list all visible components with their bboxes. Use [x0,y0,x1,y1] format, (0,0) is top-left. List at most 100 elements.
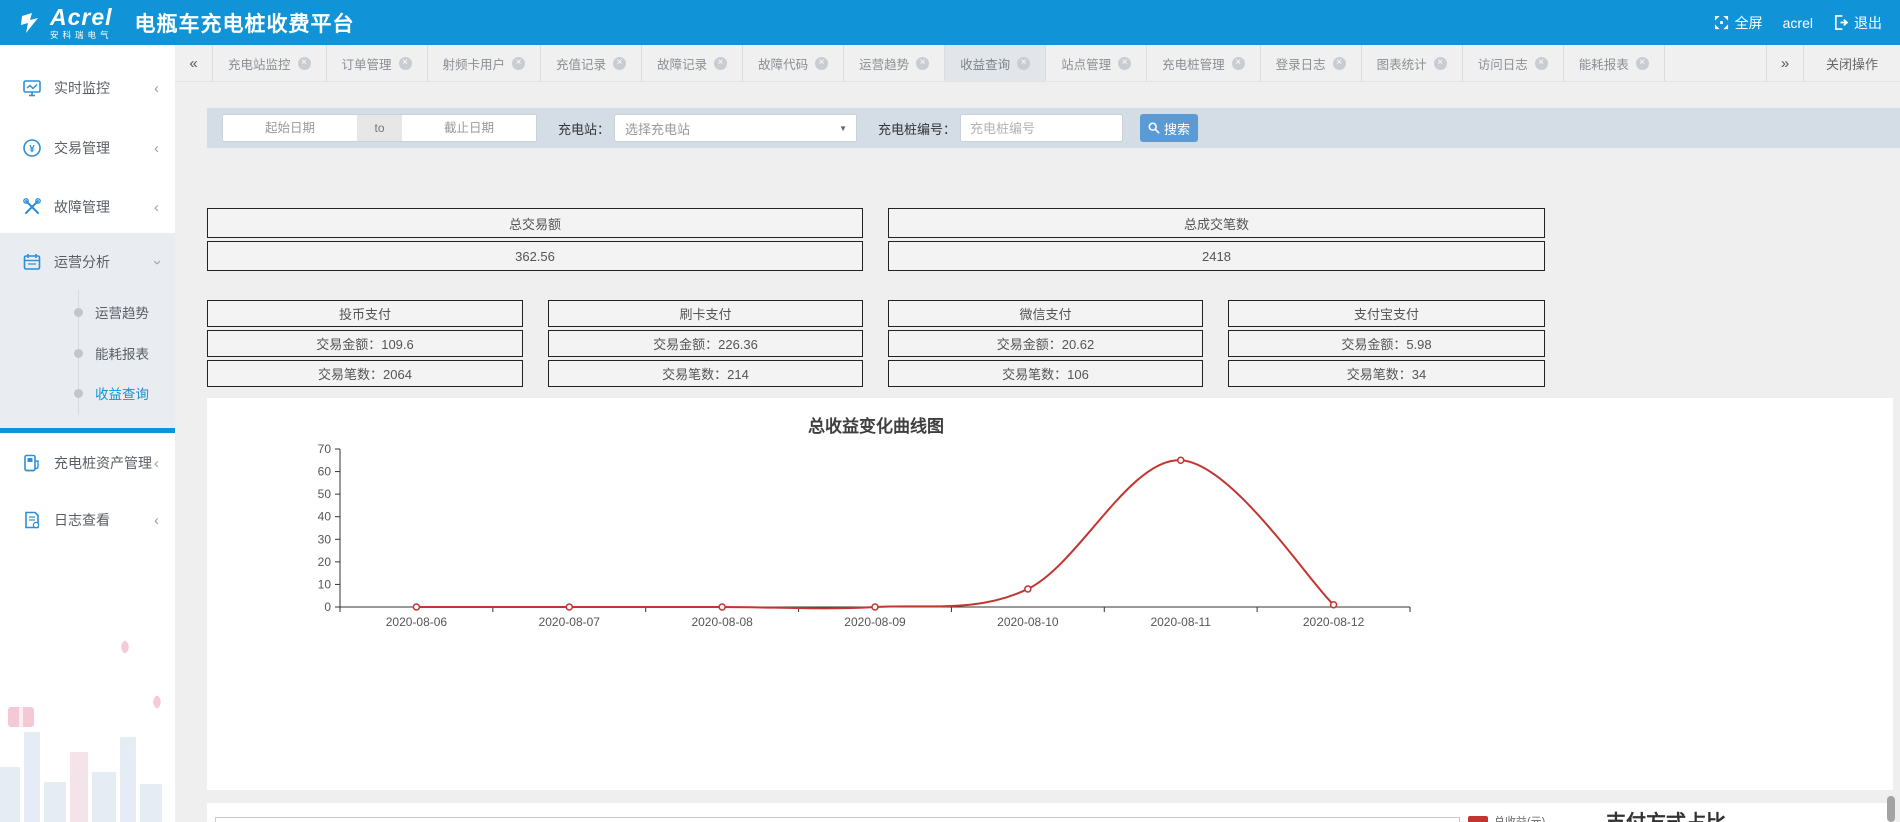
search-button-label: 搜索 [1164,119,1190,138]
scroll-tabs-right-button[interactable]: » [1766,45,1804,81]
fullscreen-label: 全屏 [1735,13,1763,33]
chevron-down-icon: ‹ [148,260,165,265]
tab-close-icon[interactable]: × [815,57,828,70]
svg-text:0: 0 [324,600,331,614]
tab-label: 充电桩管理 [1162,54,1225,73]
tab-close-icon[interactable]: × [714,57,727,70]
station-select[interactable]: 选择充电站 ▼ [614,114,857,142]
tab-close-icon[interactable]: × [1118,57,1131,70]
calendar-icon [22,252,42,272]
tab-close-icon[interactable]: × [1636,57,1649,70]
tab-label: 故障记录 [657,54,707,73]
svg-text:60: 60 [318,465,332,479]
tab-fault-records[interactable]: 故障记录 × [642,45,743,81]
tab-rfid-users[interactable]: 射频卡用户 × [428,45,542,81]
tab-charging-station-monitor[interactable]: 充电站监控 × [213,45,327,81]
chevron-left-icon: ‹ [154,80,159,97]
tab-label: 登录日志 [1276,54,1326,73]
tab-close-icon[interactable]: × [1232,57,1245,70]
legend-label: 总收益(元) [1494,813,1545,822]
svg-text:70: 70 [318,442,332,456]
sidebar-item-pile-asset-mgmt[interactable]: 充电桩资产管理 ‹ [0,443,175,483]
sidebar-item-label: 运营分析 [54,252,110,272]
tab-energy-report[interactable]: 能耗报表 × [1564,45,1665,81]
page-title: 电瓶车充电桩收费平台 [135,8,355,38]
app-window: Acrel 安科瑞电气 电瓶车充电桩收费平台 全屏 acrel 退出 [0,0,1900,822]
chart-title: 总收益变化曲线图 [207,398,1545,436]
sidebar-subitem-revenue-query[interactable]: 收益查询 [0,377,175,409]
vertical-scrollbar-thumb[interactable] [1887,796,1895,822]
payment-box-coin: 投币支付 交易金额：109.6 交易笔数：2064 [207,300,523,390]
svg-text:30: 30 [318,532,332,546]
end-date-input[interactable] [402,115,536,141]
scroll-tabs-left-button[interactable]: « [175,45,213,81]
tab-label: 运营趋势 [859,54,909,73]
sidebar-item-operation-analysis[interactable]: 运营分析 ‹ [0,242,175,282]
sidebar-item-fault-mgmt[interactable]: 故障管理 ‹ [0,187,175,227]
svg-text:¥: ¥ [29,144,35,155]
payment-count: 交易笔数：34 [1228,360,1545,387]
tab-close-icon[interactable]: × [512,57,525,70]
bullet-dot-icon [74,308,83,317]
station-select-value: 选择充电站 [625,119,690,138]
tab-close-icon[interactable]: × [1333,57,1346,70]
pile-number-input[interactable] [960,114,1123,142]
sidebar-subitem-energy-report[interactable]: 能耗报表 [0,337,175,369]
payment-title: 投币支付 [207,300,523,327]
payment-box-alipay: 支付宝支付 交易金额：5.98 交易笔数：34 [1228,300,1545,390]
tab-close-icon[interactable]: × [399,57,412,70]
dropdown-arrow-icon: ▼ [839,124,847,133]
payment-share-section-title: 支付方式占比 [1606,806,1726,822]
tab-close-icon[interactable]: × [613,57,626,70]
search-icon [1148,122,1160,134]
date-range-separator: to [357,115,402,141]
search-button[interactable]: 搜索 [1140,114,1198,142]
fullscreen-button[interactable]: 全屏 [1714,13,1763,33]
sidebar-subitem-operation-trend[interactable]: 运营趋势 [0,296,175,328]
tab-close-icon[interactable]: × [1434,57,1447,70]
fullscreen-icon [1714,15,1729,30]
sidebar-item-transaction-mgmt[interactable]: ¥ 交易管理 ‹ [0,128,175,168]
tab-chart-statistics[interactable]: 图表统计 × [1362,45,1463,81]
tab-access-logs[interactable]: 访问日志 × [1463,45,1564,81]
sidebar-item-label: 充电桩资产管理 [54,453,152,473]
svg-text:50: 50 [318,487,332,501]
tab-close-icon[interactable]: × [1535,57,1548,70]
tab-label: 故障代码 [758,54,808,73]
sidebar-item-log-view[interactable]: 日志查看 ‹ [0,500,175,540]
tab-pile-mgmt[interactable]: 充电桩管理 × [1147,45,1261,81]
tab-close-icon[interactable]: × [298,57,311,70]
logout-button[interactable]: 退出 [1833,13,1882,33]
tab-fault-codes[interactable]: 故障代码 × [743,45,844,81]
tab-site-mgmt[interactable]: 站点管理 × [1046,45,1147,81]
chevron-left-icon: ‹ [154,455,159,472]
svg-text:2020-08-08: 2020-08-08 [691,615,753,629]
acrel-logo-icon [18,10,44,36]
tab-login-logs[interactable]: 登录日志 × [1261,45,1362,81]
payment-count: 交易笔数：214 [548,360,863,387]
total-amount-label: 总交易额 [207,208,863,238]
tab-operation-trend[interactable]: 运营趋势 × [844,45,945,81]
tab-close-icon[interactable]: × [916,57,929,70]
payment-amount: 交易金额：109.6 [207,330,523,357]
username[interactable]: acrel [1783,15,1813,31]
double-chevron-right-icon: » [1781,55,1789,72]
tab-revenue-query[interactable]: 收益查询 × [945,45,1046,81]
close-operations-menu[interactable]: 关闭操作 [1804,45,1900,81]
revenue-line-chart: 0102030405060702020-08-062020-08-072020-… [207,436,1545,648]
sidebar-item-label: 日志查看 [54,510,110,530]
acrel-logo: Acrel 安科瑞电气 [18,6,113,40]
sidebar-item-realtime-monitor[interactable]: 实时监控 ‹ [0,68,175,108]
chevron-left-icon: ‹ [154,140,159,157]
tab-label: 能耗报表 [1579,54,1629,73]
bullet-dot-icon [74,349,83,358]
start-date-input[interactable] [223,115,357,141]
tab-recharge-records[interactable]: 充值记录 × [541,45,642,81]
tab-label: 站点管理 [1061,54,1111,73]
tab-close-icon[interactable]: × [1017,57,1030,70]
payment-amount: 交易金额：5.98 [1228,330,1545,357]
tab-order-mgmt[interactable]: 订单管理 × [327,45,428,81]
svg-text:2020-08-11: 2020-08-11 [1150,615,1211,629]
transaction-icon: ¥ [22,138,42,158]
header-actions: 全屏 acrel 退出 [1714,13,1882,33]
